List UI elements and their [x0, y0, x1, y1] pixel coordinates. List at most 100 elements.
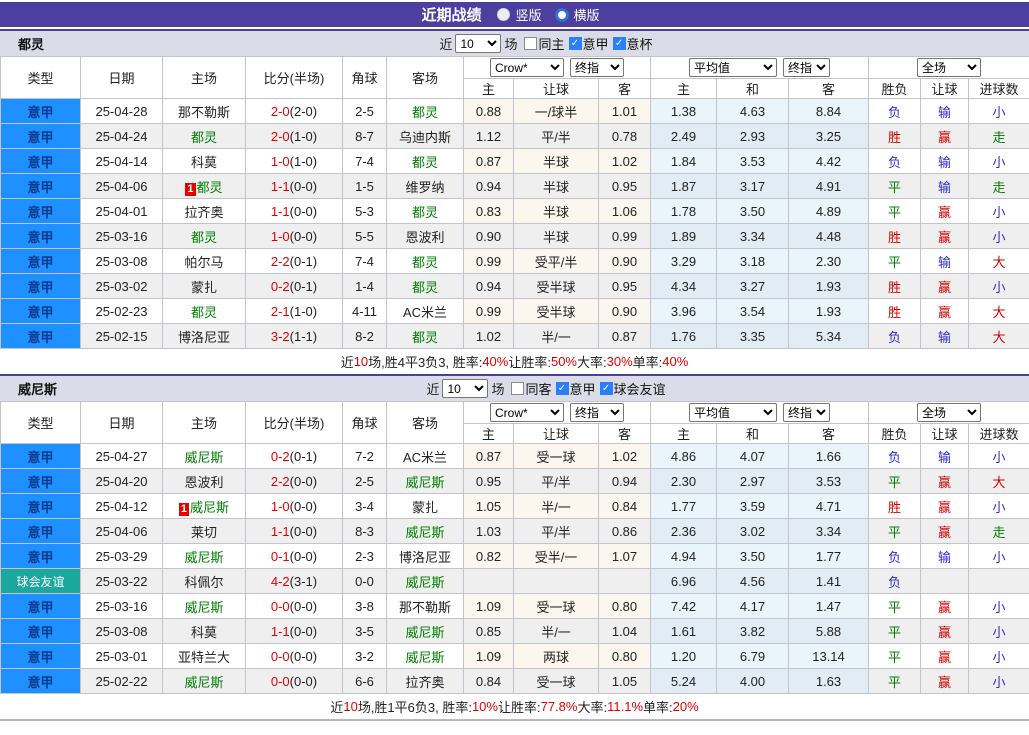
subcol-header: 客 [787, 423, 870, 444]
avg-odds-select[interactable]: 终指 [783, 403, 830, 422]
filter-checkbox-同主[interactable]: 同主 [524, 34, 565, 53]
home-team-cell: 1 威尼斯 [162, 493, 246, 519]
result-outcome-cell: 平 [868, 618, 922, 644]
odds-home-cell [463, 568, 514, 594]
col-header: 比分(半场) [245, 401, 343, 444]
score-cell: 1-0(0-0) [245, 493, 343, 519]
odds-company-select[interactable]: Crow* [490, 58, 564, 77]
result-handicap-cell: 输 [920, 543, 970, 569]
odds-home-cell: 1.12 [463, 123, 514, 149]
odds-away-cell: 0.95 [598, 273, 651, 299]
halftime-score: (0-0) [289, 228, 318, 244]
result-goals-cell: 小 [968, 668, 1029, 694]
scope-select[interactable]: 全场 [917, 403, 982, 422]
avg-odds-select[interactable]: 平均值 [689, 58, 777, 77]
fulltime-score: 2-1 [270, 303, 290, 319]
away-team-name: 威尼斯 [405, 574, 445, 590]
scope-select[interactable]: 全场 [917, 58, 982, 77]
radio-horizontal-layout[interactable] [554, 7, 569, 22]
checkbox-icon[interactable] [524, 37, 538, 50]
home-team-name: 蒙扎 [190, 279, 217, 295]
recent-count-select[interactable]: 10 [442, 379, 489, 398]
halftime-score: (3-1) [289, 573, 318, 589]
section-header-bar: 威尼斯近 10 场同客 ✓ 意甲 ✓ 球会友谊 [0, 374, 1029, 401]
filter-checkbox-球会友谊[interactable]: ✓ 球会友谊 [599, 379, 666, 398]
filter-checkbox-意甲[interactable]: ✓ 意甲 [568, 34, 609, 53]
filter-checkbox-同客[interactable]: 同客 [511, 379, 552, 398]
match-row: 意甲 25-03-16 都灵 1-0(0-0) 5-5 恩波利 0.90 半球 0.99 1.89… [0, 223, 1029, 249]
fulltime-score: 2-0 [270, 128, 290, 144]
avg-odds-select[interactable]: 平均值 [689, 403, 777, 422]
date-cell: 25-04-24 [80, 123, 163, 149]
odds-away-cell: 0.84 [598, 493, 651, 519]
avg-odds-select[interactable]: 终指 [783, 58, 830, 77]
result-handicap-cell: 赢 [920, 593, 970, 619]
date-cell: 25-02-22 [80, 668, 163, 694]
result-handicap-cell [920, 568, 970, 594]
corner-cell: 2-5 [342, 468, 387, 494]
home-team-cell: 威尼斯 [162, 443, 246, 469]
home-team-cell: 科佩尔 [162, 568, 246, 594]
score-cell: 2-0(2-0) [245, 98, 343, 124]
avg-home-cell: 1.20 [650, 643, 717, 669]
result-handicap-cell: 输 [920, 323, 970, 349]
result-outcome-cell: 负 [868, 568, 922, 594]
odds-handicap-cell: 半/一 [513, 618, 599, 644]
halftime-score: (0-1) [289, 278, 318, 294]
checkbox-icon[interactable]: ✓ [599, 382, 613, 395]
home-team-cell: 都灵 [162, 123, 246, 149]
col-header: 客场 [386, 56, 464, 99]
odds-home-cell: 0.94 [463, 273, 514, 299]
checkbox-icon[interactable] [511, 382, 525, 395]
checkbox-icon[interactable]: ✓ [612, 37, 626, 50]
away-team-cell: 蒙扎 [386, 493, 464, 519]
result-goals-cell [968, 568, 1029, 594]
col-header: 主场 [162, 56, 246, 99]
radio-vertical-layout[interactable] [497, 8, 511, 21]
subcol-header: 让球 [920, 423, 970, 444]
league-type-cell: 意甲 [0, 493, 81, 519]
col-header: 类型 [0, 401, 81, 444]
odds-company-select[interactable]: 终指 [570, 403, 624, 422]
result-goals-cell: 小 [968, 543, 1029, 569]
away-team-name: 都灵 [411, 279, 438, 295]
away-team-name: 那不勒斯 [398, 599, 451, 615]
match-row: 意甲 25-03-29 威尼斯 0-1(0-0) 2-3 博洛尼亚 0.82 受半/一 1.07… [0, 543, 1029, 569]
section-header-bar: 都灵近 10 场同主 ✓ 意甲 ✓ 意杯 [0, 29, 1029, 56]
date-cell: 25-03-08 [80, 618, 163, 644]
avg-home-cell: 1.89 [650, 223, 717, 249]
avg-away-cell: 1.63 [787, 668, 870, 694]
corner-cell: 2-3 [342, 543, 387, 569]
match-row: 意甲 25-04-12 1 威尼斯 1-0(0-0) 3-4 蒙扎 1.05 半/一 0.84 1.… [0, 493, 1029, 519]
home-team-cell: 都灵 [162, 223, 246, 249]
subcol-header: 胜负 [868, 423, 922, 444]
avg-away-cell: 4.91 [787, 173, 870, 199]
date-cell: 25-04-12 [80, 493, 163, 519]
home-team-name: 帕尔马 [184, 254, 224, 270]
away-team-cell: 都灵 [386, 248, 464, 274]
home-team-name: 科佩尔 [184, 574, 224, 590]
subcol-header: 进球数 [968, 78, 1029, 99]
summary-segment: 场,胜4平3负3, 胜率: [368, 355, 483, 370]
filter-checkbox-意甲[interactable]: ✓ 意甲 [555, 379, 596, 398]
near-label: 近 [439, 37, 453, 52]
col-header: 日期 [80, 401, 163, 444]
filter-checkbox-意杯[interactable]: ✓ 意杯 [612, 34, 653, 53]
col-header: 日期 [80, 56, 163, 99]
team-name: 威尼斯 [18, 382, 58, 397]
avg-away-cell: 3.34 [787, 518, 870, 544]
checkbox-icon[interactable]: ✓ [568, 37, 582, 50]
away-team-name: 恩波利 [405, 229, 445, 245]
home-team-name: 拉齐奥 [184, 204, 224, 220]
checkbox-icon[interactable]: ✓ [555, 382, 569, 395]
date-cell: 25-04-28 [80, 98, 163, 124]
odds-company-select[interactable]: Crow* [490, 403, 564, 422]
summary-segment: 近 [330, 700, 344, 715]
recent-count-select[interactable]: 10 [455, 34, 502, 53]
avg-away-cell: 1.77 [787, 543, 870, 569]
result-outcome-cell: 平 [868, 643, 922, 669]
odds-company-select[interactable]: 终指 [570, 58, 624, 77]
avg-away-cell: 13.14 [787, 643, 870, 669]
result-goals-cell: 小 [968, 593, 1029, 619]
avg-home-cell: 3.29 [650, 248, 717, 274]
